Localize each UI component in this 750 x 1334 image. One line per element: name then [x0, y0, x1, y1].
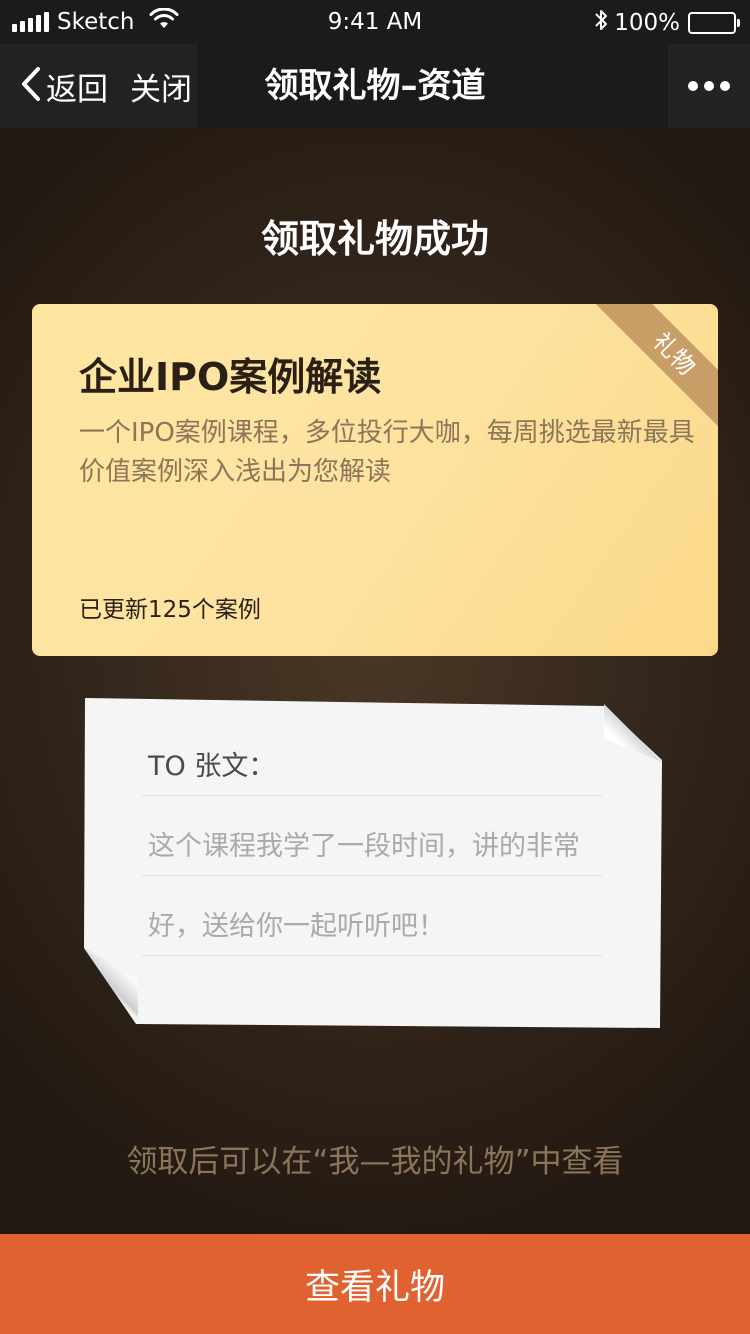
note-message-line-1: 这个课程我学了一段时间，讲的非常 [142, 824, 602, 876]
nav-left-group: 返回 关闭 [0, 44, 198, 128]
back-button[interactable]: 返回 [20, 64, 108, 109]
hint-text: 领取后可以在“我—我的礼物”中查看 [126, 1144, 624, 1180]
battery-icon [688, 12, 740, 34]
more-dots-icon[interactable] [668, 44, 750, 128]
gift-ribbon: 礼物 [578, 304, 718, 444]
nav-title: 领取礼物–资道 [264, 66, 486, 106]
success-title: 领取礼物成功 [260, 217, 489, 261]
bluetooth-icon [594, 8, 608, 38]
battery-percent: 100% [614, 10, 680, 36]
status-bar: Sketch 9:41 AM 100% [0, 0, 750, 44]
status-right: 100% [594, 8, 740, 38]
gift-card[interactable]: 企业IPO案例解读 一个IPO案例课程，多位投行大咖，每周挑选最新最具价值案例深… [32, 304, 718, 656]
gift-ribbon-label: 礼物 [589, 304, 718, 439]
back-label: 返回 [46, 71, 108, 108]
note-recipient: TO 张文： [142, 744, 602, 796]
gift-note: TO 张文： 这个课程我学了一段时间，讲的非常 好，送给你一起听听吧！ [84, 698, 662, 1028]
view-gift-button[interactable]: 查看礼物 [0, 1234, 750, 1334]
gift-card-title: 企业IPO案例解读 [79, 355, 382, 399]
gift-received-screen: Sketch 9:41 AM 100% 返回 关闭 领取礼物–资道 领取礼物成功… [0, 0, 750, 1334]
chevron-left-icon [20, 66, 42, 106]
note-message-line-2: 好，送给你一起听听吧！ [142, 904, 602, 956]
gift-card-update-count: 已更新125个案例 [79, 597, 261, 623]
close-button[interactable]: 关闭 [130, 64, 192, 109]
nav-bar: 返回 关闭 领取礼物–资道 [0, 44, 750, 128]
